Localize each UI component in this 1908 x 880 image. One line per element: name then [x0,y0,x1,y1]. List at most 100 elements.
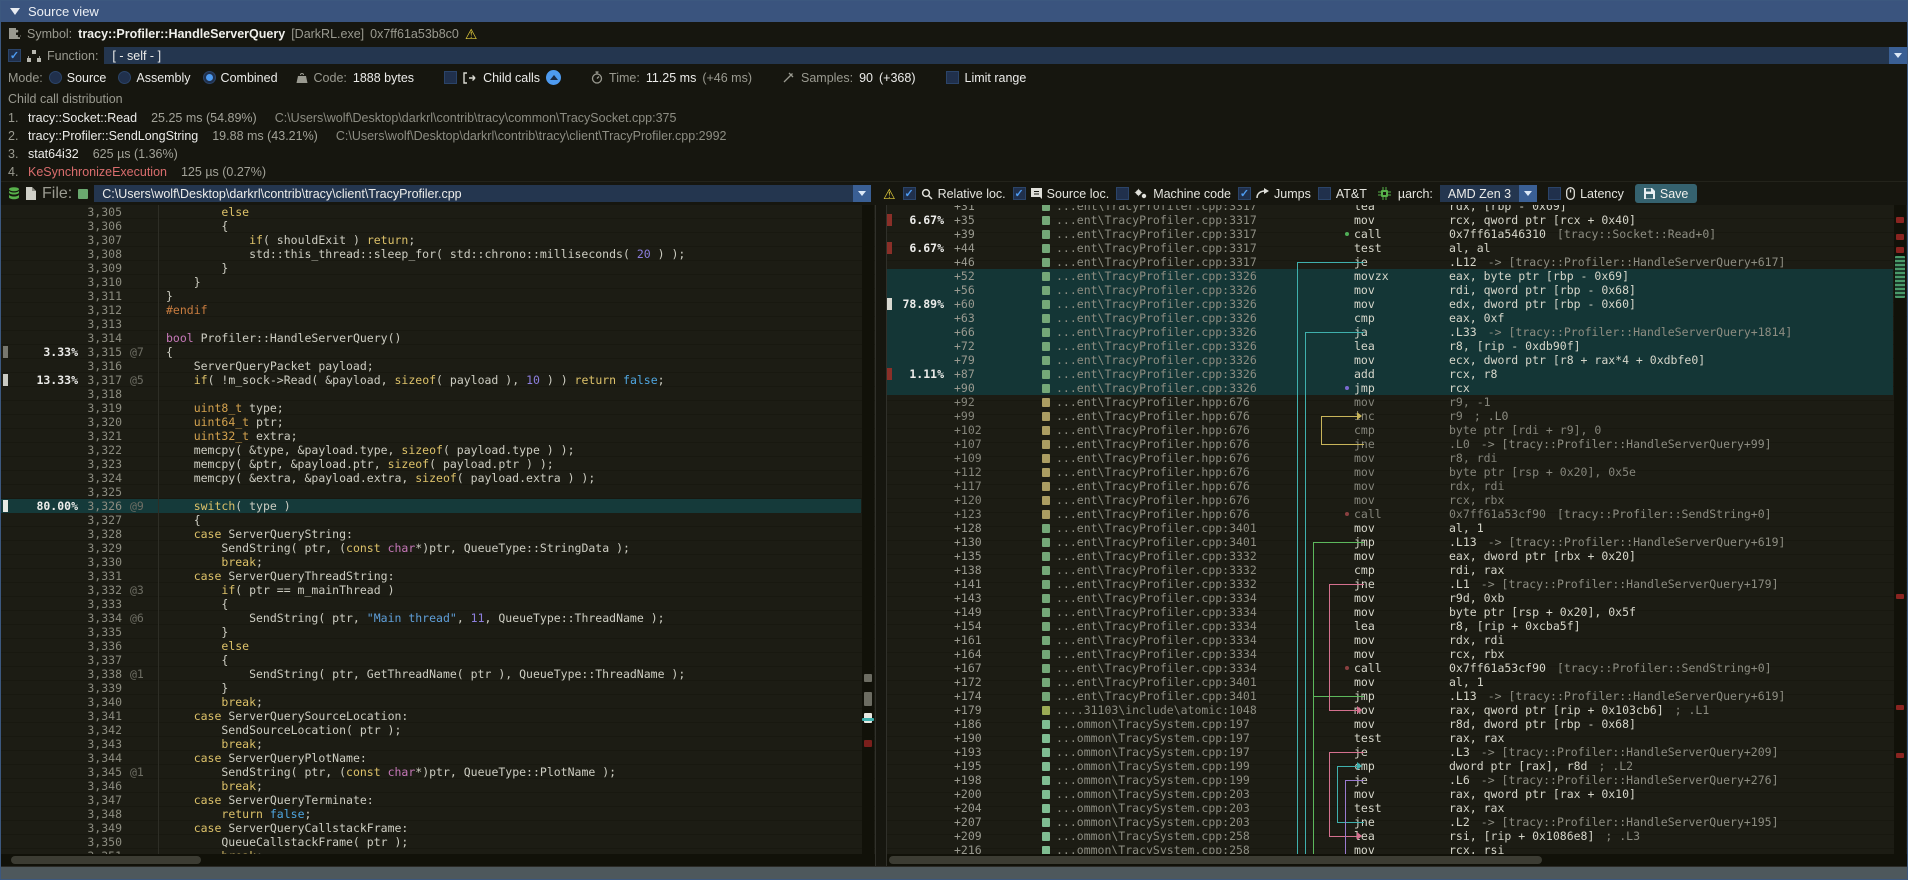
asm-row[interactable]: +141...ent\TracyProfiler.cpp:3332jne.L1-… [887,577,1893,591]
source-line-row[interactable]: 3,350 QueueCallstackFrame( ptr ); [1,835,861,849]
child-call-entry[interactable]: 3.stat64i32625 µs (1.36%) [8,145,1907,163]
source-line-row[interactable]: 3,345@1 SendString( ptr, (const char*)pt… [1,765,861,779]
asm-row[interactable]: +117...ent\TracyProfiler.hpp:676movrdx, … [887,479,1893,493]
asm-row[interactable]: +154...ent\TracyProfiler.cpp:3334lear8, … [887,619,1893,633]
asm-row[interactable]: 1.11%+87...ent\TracyProfiler.cpp:3326add… [887,367,1893,381]
asm-row[interactable]: +107...ent\TracyProfiler.hpp:676jne.L0->… [887,437,1893,451]
source-line-row[interactable]: 3,330 break; [1,555,861,569]
source-line-row[interactable]: 3,328 case ServerQueryString: [1,527,861,541]
asm-row[interactable]: +207...ommon\TracySystem.cpp:203jne.L2->… [887,815,1893,829]
toggle-relative-loc[interactable]: Relative loc. [903,187,1006,201]
asm-row[interactable]: +204...ommon\TracySystem.cpp:203testrax,… [887,801,1893,815]
uarch-select[interactable]: AMD Zen 3 [1440,185,1537,202]
source-line-row[interactable]: 3,321 uint32_t extra; [1,429,861,443]
asm-row[interactable]: +31...ent\TracyProfiler.cpp:3317leardx, … [887,205,1893,213]
source-line-row[interactable]: 3,340 break; [1,695,861,709]
source-line-row[interactable]: 3,323 memcpy( &ptr, &payload.ptr, sizeof… [1,457,861,471]
scrollbar-thumb[interactable] [889,856,1542,864]
asm-row[interactable]: +135...ent\TracyProfiler.cpp:3332moveax,… [887,549,1893,563]
chevron-down-icon[interactable] [1519,185,1537,202]
source-line-row[interactable]: 3,344 case ServerQueryPlotName: [1,751,861,765]
source-line-row[interactable]: 3,343 break; [1,737,861,751]
asm-row[interactable]: +209...ommon\TracySystem.cpp:258learsi, … [887,829,1893,843]
source-vertical-scrollbar[interactable] [862,205,874,854]
child-call-entry[interactable]: 4.KeSynchronizeExecution125 µs (0.27%) [8,163,1907,181]
asm-row[interactable]: 6.67%+35...ent\TracyProfiler.cpp:3317mov… [887,213,1893,227]
toggle-att[interactable]: AT&T [1318,187,1367,201]
source-line-row[interactable]: 3,347 case ServerQueryTerminate: [1,793,861,807]
asm-row[interactable]: +128...ent\TracyProfiler.cpp:3401moval, … [887,521,1893,535]
asm-row[interactable]: +109...ent\TracyProfiler.hpp:676movr8, r… [887,451,1893,465]
source-line-row[interactable]: 3,306 { [1,219,861,233]
asm-row[interactable]: +200...ommon\TracySystem.cpp:203movrax, … [887,787,1893,801]
expand-up-button[interactable] [546,70,561,85]
source-line-row[interactable]: 3,333 { [1,597,861,611]
source-line-row[interactable]: 3,332@3 if( ptr == m_mainThread ) [1,583,861,597]
asm-row[interactable]: +216...ommon\TracySystem.cpp:258movrcx, … [887,843,1893,854]
child-call-entry[interactable]: 1.tracy::Socket::Read25.25 ms (54.89%)C:… [8,109,1907,127]
asm-row[interactable]: +172...ent\TracyProfiler.cpp:3401moval, … [887,675,1893,689]
asm-row[interactable]: +198...ommon\TracySystem.cpp:199je.L6-> … [887,773,1893,787]
asm-row[interactable]: +56...ent\TracyProfiler.cpp:3326movrdi, … [887,283,1893,297]
asm-row[interactable]: +92...ent\TracyProfiler.hpp:676movr9, -1 [887,395,1893,409]
source-horizontal-scrollbar[interactable] [1,854,875,866]
asm-row[interactable]: +186...ommon\TracySystem.cpp:197movr8d, … [887,717,1893,731]
source-line-row[interactable]: 3,314bool Profiler::HandleServerQuery() [1,331,861,345]
source-line-row[interactable]: 3,338@1 SendString( ptr, GetThreadName( … [1,667,861,681]
mode-radio-source[interactable]: Source [49,71,107,85]
asm-row[interactable]: +120...ent\TracyProfiler.hpp:676movrcx, … [887,493,1893,507]
source-scroll-area[interactable]: 3,305 else3,306 {3,307 if( shouldExit ) … [1,205,875,854]
source-line-row[interactable]: 3,327 { [1,513,861,527]
source-line-row[interactable]: 3,341 case ServerQuerySourceLocation: [1,709,861,723]
asm-row[interactable]: +149...ent\TracyProfiler.cpp:3334movbyte… [887,605,1893,619]
asm-row[interactable]: +90...ent\TracyProfiler.cpp:3326jmprcx [887,381,1893,395]
source-line-row[interactable]: 3,325 [1,485,861,499]
limit-range-checkbox[interactable] [946,71,959,84]
source-line-row[interactable]: 3,308 std::this_thread::sleep_for( std::… [1,247,861,261]
source-line-row[interactable]: 3,331 case ServerQueryThreadString: [1,569,861,583]
asm-row[interactable]: +193...ommon\TracySystem.cpp:197je.L3-> … [887,745,1893,759]
source-line-row[interactable]: 3,337 { [1,653,861,667]
assembly-vertical-scrollbar[interactable] [1894,205,1906,854]
source-line-row[interactable]: 3,339 } [1,681,861,695]
source-line-row[interactable]: 3,309 } [1,261,861,275]
child-calls-checkbox[interactable] [444,71,457,84]
asm-row[interactable]: +46...ent\TracyProfiler.cpp:3317je.L12->… [887,255,1893,269]
source-line-row[interactable]: 3.33%3,315@7{ [1,345,861,359]
toggle-jumps[interactable]: Jumps [1238,187,1311,201]
asm-row[interactable]: +79...ent\TracyProfiler.cpp:3326movecx, … [887,353,1893,367]
asm-row[interactable]: +39...ent\TracyProfiler.cpp:3317call0x7f… [887,227,1893,241]
asm-row[interactable]: +179....31103\include\atomic:1048movrax,… [887,703,1893,717]
child-call-entry[interactable]: 2.tracy::Profiler::SendLongString19.88 m… [8,127,1907,145]
source-line-row[interactable]: 3,346 break; [1,779,861,793]
assembly-horizontal-scrollbar[interactable] [887,854,1907,866]
asm-row[interactable]: +52...ent\TracyProfiler.cpp:3326movzxeax… [887,269,1893,283]
scrollbar-thumb[interactable] [1895,256,1905,298]
source-line-row[interactable]: 3,322 memcpy( &type, &payload.type, size… [1,443,861,457]
function-select[interactable]: [ - self - ] [104,47,1907,64]
source-line-row[interactable]: 3,320 uint64_t ptr; [1,415,861,429]
asm-row[interactable]: +112...ent\TracyProfiler.hpp:676movbyte … [887,465,1893,479]
source-line-row[interactable]: 3,334@6 SendString( ptr, "Main thread", … [1,611,861,625]
window-bottom-edge[interactable] [1,866,1907,879]
asm-row[interactable]: +161...ent\TracyProfiler.cpp:3334movrdx,… [887,633,1893,647]
asm-row[interactable]: 6.67%+44...ent\TracyProfiler.cpp:3317tes… [887,241,1893,255]
toggle-source-loc[interactable]: Source loc. [1013,187,1110,201]
asm-row[interactable]: +130...ent\TracyProfiler.cpp:3401jmp.L13… [887,535,1893,549]
asm-row[interactable]: +63...ent\TracyProfiler.cpp:3326cmpeax, … [887,311,1893,325]
source-line-row[interactable]: 3,319 uint8_t type; [1,401,861,415]
asm-row[interactable]: +195...ommon\TracySystem.cpp:199cmpdword… [887,759,1893,773]
mode-radio-combined[interactable]: Combined [203,71,278,85]
function-checkbox[interactable] [8,49,21,62]
source-line-row[interactable]: 3,313 [1,317,861,331]
source-line-row[interactable]: 3,342 SendSourceLocation( ptr ); [1,723,861,737]
assembly-scroll-area[interactable]: +31...ent\TracyProfiler.cpp:3317leardx, … [887,205,1907,854]
chevron-down-icon[interactable] [853,185,871,202]
asm-row[interactable]: 78.89%+60...ent\TracyProfiler.cpp:3326mo… [887,297,1893,311]
asm-row[interactable]: +102...ent\TracyProfiler.hpp:676cmpbyte … [887,423,1893,437]
asm-row[interactable]: +167...ent\TracyProfiler.cpp:3334call0x7… [887,661,1893,675]
source-line-row[interactable]: 3,312#endif [1,303,861,317]
asm-row[interactable]: +174...ent\TracyProfiler.cpp:3401jmp.L13… [887,689,1893,703]
asm-row[interactable]: +138...ent\TracyProfiler.cpp:3332cmprdi,… [887,563,1893,577]
toggle-latency[interactable]: Latency [1548,187,1624,201]
